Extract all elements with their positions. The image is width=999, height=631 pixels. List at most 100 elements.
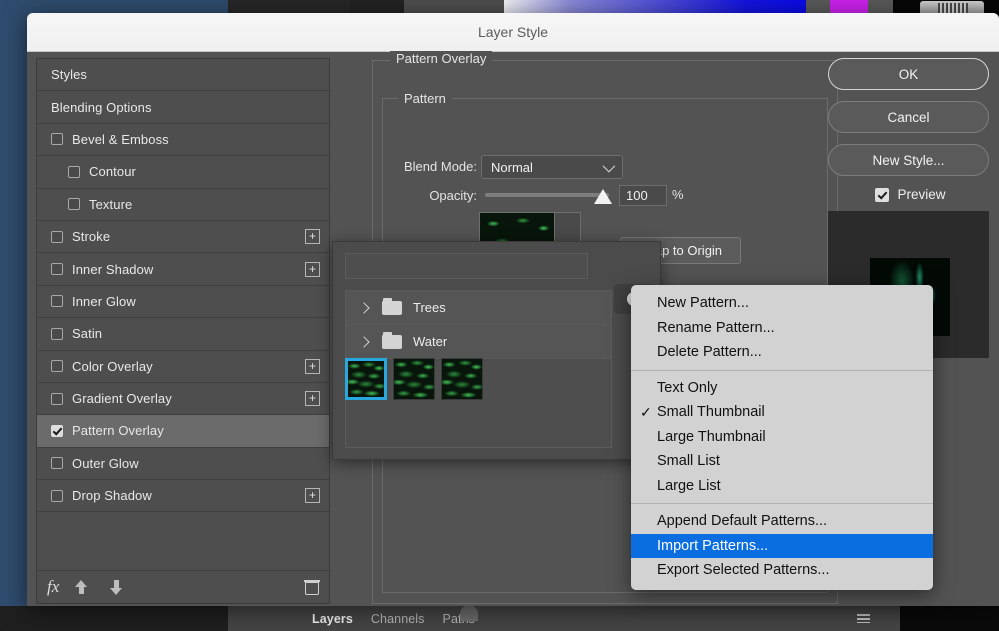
pattern-swatch[interactable] — [393, 358, 435, 400]
context-menu-item-label: Text Only — [657, 379, 718, 396]
context-menu-item-label: Import Patterns... — [657, 537, 769, 554]
blend-mode-value: Normal — [491, 159, 533, 175]
style-row[interactable]: Inner Shadow + — [37, 253, 329, 286]
add-effect-button[interactable]: + — [305, 391, 320, 407]
context-menu-item-label: Small List — [657, 453, 720, 470]
pattern-swatch[interactable] — [345, 358, 387, 400]
style-row[interactable]: Inner Glow — [37, 285, 329, 319]
style-row[interactable]: Blending Options — [37, 91, 329, 124]
style-label: Texture — [89, 196, 133, 212]
style-row[interactable]: Pattern Overlay — [37, 415, 329, 448]
pattern-texture — [442, 359, 482, 399]
opacity-slider-track[interactable] — [485, 193, 609, 197]
chevron-down-icon — [602, 159, 616, 172]
style-label: Color Overlay — [72, 358, 153, 374]
dialog-titlebar: Layer Style — [27, 13, 999, 52]
preview-toggle[interactable]: Preview — [828, 187, 993, 202]
pattern-texture — [348, 361, 384, 397]
percent-label: % — [672, 187, 684, 202]
context-menu-item[interactable]: New Pattern... — [631, 291, 933, 316]
opacity-label: Opacity: — [429, 188, 477, 203]
ok-button[interactable]: OK — [828, 58, 989, 90]
style-row[interactable]: Contour — [37, 156, 329, 189]
style-row[interactable]: Styles — [37, 59, 329, 92]
chevron-right-icon[interactable] — [358, 335, 370, 348]
context-menu-item[interactable]: Delete Pattern... — [631, 340, 933, 365]
context-menu-item[interactable]: ✓ Small Thumbnail — [631, 400, 933, 425]
pattern-folder-label: Water — [413, 334, 448, 349]
panel-collapse-handle[interactable] — [460, 605, 478, 621]
style-row[interactable]: Drop Shadow + — [37, 480, 329, 513]
add-effect-button[interactable]: + — [305, 261, 320, 277]
style-checkbox[interactable] — [51, 457, 63, 470]
preview-label: Preview — [897, 187, 946, 202]
style-label: Outer Glow — [72, 455, 139, 471]
pattern-folder-row[interactable]: Trees — [346, 291, 611, 325]
style-row[interactable]: Texture — [37, 188, 329, 221]
pattern-swatch[interactable] — [441, 358, 483, 400]
context-menu-item[interactable]: Small List — [631, 449, 933, 474]
add-effect-button[interactable]: + — [305, 358, 320, 374]
add-effect-button[interactable]: + — [305, 229, 320, 245]
style-checkbox[interactable] — [51, 360, 63, 373]
pattern-search-input[interactable] — [345, 253, 588, 279]
context-menu-item[interactable]: Text Only — [631, 376, 933, 401]
cancel-button[interactable]: Cancel — [828, 101, 989, 133]
context-menu-item[interactable]: Append Default Patterns... — [631, 509, 933, 534]
style-checkbox[interactable] — [68, 165, 80, 178]
pattern-folder-row[interactable]: Water — [346, 325, 611, 359]
context-menu-item[interactable]: Large Thumbnail — [631, 425, 933, 450]
pattern-picker-popup: Trees Water — [332, 241, 661, 460]
style-row[interactable]: Satin — [37, 318, 329, 351]
style-checkbox[interactable] — [51, 489, 63, 502]
new-style-button[interactable]: New Style... — [828, 144, 989, 176]
style-row[interactable]: Gradient Overlay + — [37, 382, 329, 416]
styles-footer-toolbar: fx — [37, 570, 329, 603]
style-checkbox[interactable] — [51, 133, 63, 146]
style-label: Inner Shadow — [72, 261, 154, 277]
style-row[interactable]: Outer Glow — [37, 447, 329, 481]
style-checkbox[interactable] — [51, 424, 63, 437]
style-label: Pattern Overlay — [72, 423, 164, 439]
fx-icon[interactable]: fx — [47, 577, 59, 597]
style-row[interactable]: Bevel & Emboss — [37, 123, 329, 157]
blend-mode-select[interactable]: Normal — [481, 155, 623, 179]
menu-separator — [631, 503, 933, 504]
dialog-title: Layer Style — [477, 24, 549, 40]
pattern-folder-label: Trees — [413, 300, 446, 315]
style-label: Drop Shadow — [72, 488, 152, 504]
styles-panel: Styles Blending Options Bevel & Emboss Cont… — [36, 58, 330, 604]
move-up-icon[interactable] — [75, 579, 88, 595]
pattern-options-context-menu: New Pattern... Rename Pattern... Delete Pa… — [631, 285, 933, 590]
opacity-input[interactable]: 100 — [619, 185, 667, 206]
style-checkbox[interactable] — [51, 263, 63, 276]
blend-mode-label: Blend Mode: — [404, 159, 477, 174]
context-menu-item[interactable]: Export Selected Patterns... — [631, 558, 933, 583]
add-effect-button[interactable]: + — [305, 488, 320, 504]
tab-layers[interactable]: Layers — [312, 612, 353, 626]
context-menu-item[interactable]: Import Patterns... — [631, 533, 933, 558]
style-label: Gradient Overlay — [72, 391, 172, 407]
context-menu-item-label: Export Selected Patterns... — [657, 562, 830, 579]
opacity-slider-thumb[interactable] — [594, 189, 612, 204]
tab-channels[interactable]: Channels — [371, 612, 425, 626]
style-label: Contour — [89, 164, 136, 180]
delete-effect-icon[interactable] — [304, 579, 320, 595]
pattern-overlay-title: Pattern Overlay — [390, 51, 493, 66]
style-checkbox[interactable] — [51, 327, 63, 340]
context-menu-item-label: New Pattern... — [657, 295, 749, 312]
context-menu-item-label: Large List — [657, 477, 721, 494]
move-down-icon[interactable] — [110, 579, 123, 595]
panel-menu-icon[interactable] — [857, 614, 870, 623]
style-checkbox[interactable] — [51, 295, 63, 308]
context-menu-item[interactable]: Large List — [631, 474, 933, 499]
style-row[interactable]: Color Overlay + — [37, 350, 329, 383]
preview-checkbox[interactable] — [875, 187, 890, 202]
style-checkbox[interactable] — [51, 392, 63, 405]
style-checkbox[interactable] — [68, 198, 80, 211]
style-label: Inner Glow — [72, 293, 136, 309]
style-row[interactable]: Stroke + — [37, 220, 329, 254]
chevron-right-icon[interactable] — [358, 301, 370, 314]
context-menu-item[interactable]: Rename Pattern... — [631, 316, 933, 341]
style-checkbox[interactable] — [51, 230, 63, 243]
